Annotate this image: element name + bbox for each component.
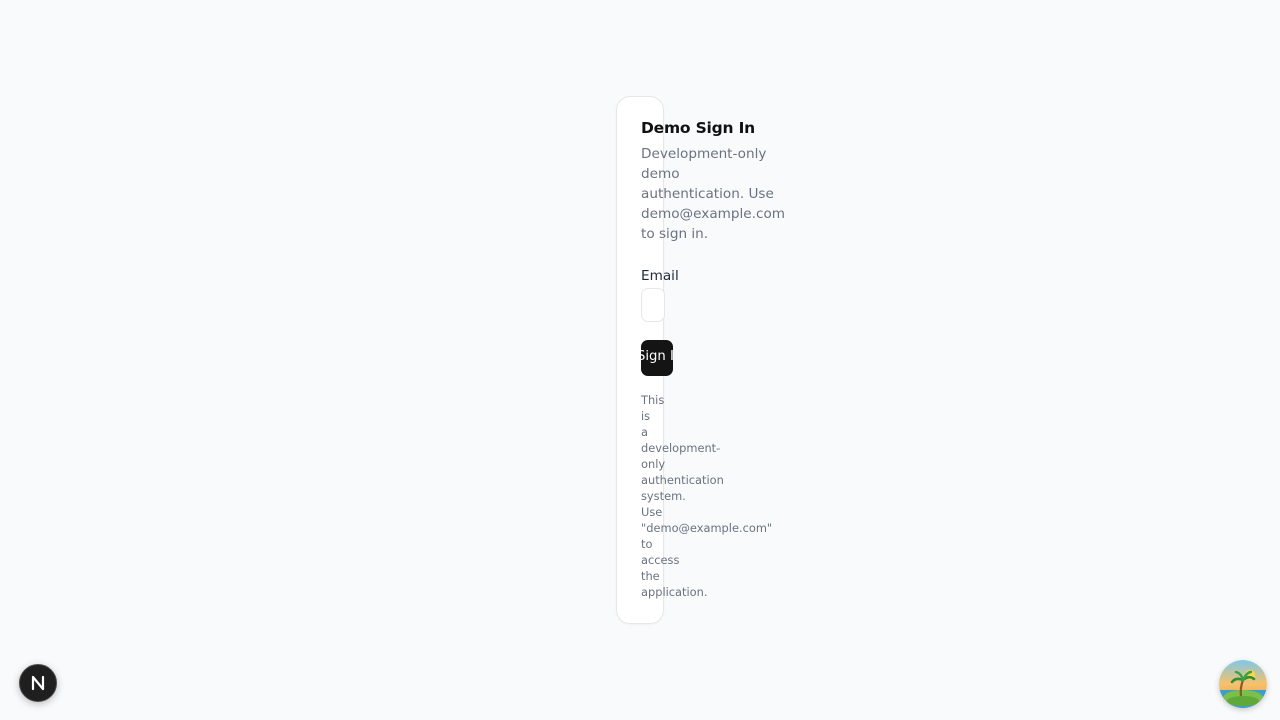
note-line: Use [641,505,663,519]
description-line: demo [641,166,680,182]
card-title: Demo Sign In [641,119,755,137]
nextjs-logo-icon [29,674,47,692]
note-line: application. [641,585,708,599]
note-line: is [641,409,651,423]
description-line: to sign in. [641,226,709,242]
note-line: development- [641,441,721,455]
note-line: to [641,537,653,551]
sign-in-button-label: Sign In [641,349,673,364]
description-line: authentication. Use [641,186,774,202]
note-line: only [641,457,666,471]
note-line: access [641,553,680,567]
sign-in-button[interactable]: Sign In [641,340,673,376]
user-avatar[interactable] [1219,660,1267,708]
page: Demo Sign In Development-only demo authe… [0,0,1280,720]
dev-auth-note: This is a development- only authenticati… [641,392,772,600]
note-line: authentication [641,473,724,487]
note-line: system. [641,489,686,503]
sign-in-card: Demo Sign In Development-only demo authe… [616,96,785,624]
note-line: the [641,569,660,583]
card-description: Development-only demo authentication. Us… [641,144,786,244]
nextjs-dev-indicator-button[interactable] [19,664,57,702]
email-label: Email [641,268,679,284]
email-field[interactable] [641,288,665,322]
note-line: This [641,393,665,407]
description-line: Development-only [641,146,767,162]
island-palm-avatar-icon [1219,660,1267,708]
description-line: demo@example.com [641,206,786,222]
note-line: a [641,425,648,439]
note-line: "demo@example.com" [641,521,773,535]
